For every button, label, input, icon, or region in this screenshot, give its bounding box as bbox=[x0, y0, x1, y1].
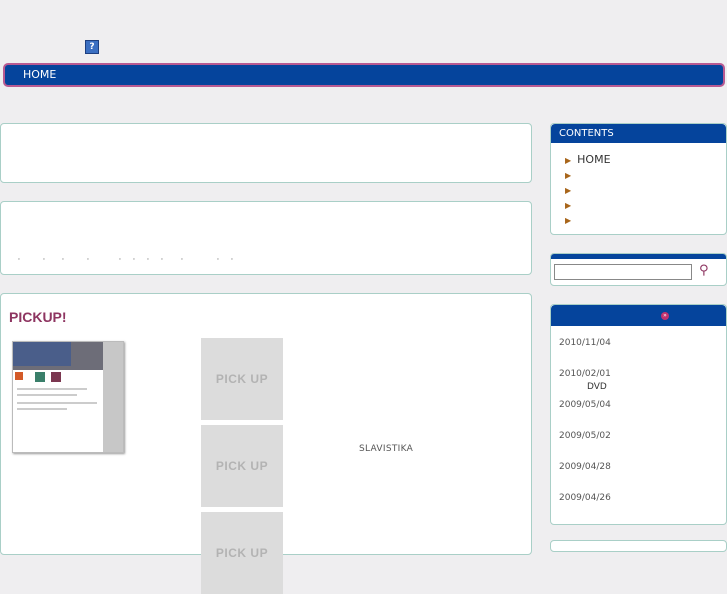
thumbnail-block bbox=[15, 372, 23, 380]
text-fragment: ' bbox=[43, 257, 45, 265]
arrow-right-icon: ▶ bbox=[565, 186, 572, 195]
news-date: 2009/04/26 bbox=[559, 493, 611, 503]
thumbnail-line bbox=[17, 388, 87, 390]
pickup-item-name[interactable]: SLAVISTIKA bbox=[359, 444, 413, 454]
text-fragment: ' bbox=[133, 257, 135, 265]
contents-item[interactable]: ▶ bbox=[565, 183, 577, 196]
text-fragment: ' bbox=[87, 257, 89, 265]
pickup-title: PICKUP! bbox=[9, 309, 67, 325]
thumbnail-banner bbox=[13, 342, 71, 366]
search-icon[interactable]: ⚲ bbox=[699, 263, 709, 278]
chevron-right-icon[interactable]: » bbox=[661, 312, 669, 320]
contents-item[interactable]: ▶ bbox=[565, 198, 577, 211]
search-input[interactable] bbox=[554, 264, 692, 280]
arrow-right-icon: ▶ bbox=[565, 156, 572, 165]
contents-item[interactable]: ▶ HOME bbox=[565, 153, 611, 166]
top-panel bbox=[0, 123, 532, 183]
search-panel-header bbox=[551, 254, 726, 259]
contents-title: CONTENTS bbox=[559, 128, 614, 139]
pickup-thumbnail-image[interactable] bbox=[12, 341, 124, 453]
text-fragment: ' bbox=[18, 257, 20, 265]
contents-item[interactable]: ▶ bbox=[565, 213, 577, 226]
arrow-right-icon: ▶ bbox=[565, 201, 572, 210]
text-fragment: ' bbox=[217, 257, 219, 265]
text-fragment: ' bbox=[62, 257, 64, 265]
pick-up-placeholder[interactable]: PICK UP bbox=[201, 338, 283, 420]
news-date: 2010/11/04 bbox=[559, 338, 611, 348]
contents-header: CONTENTS bbox=[551, 124, 726, 143]
contents-item-label: HOME bbox=[577, 153, 611, 166]
contents-panel: CONTENTS ▶ HOME ▶ ▶ ▶ ▶ bbox=[550, 123, 727, 235]
search-panel: ⚲ bbox=[550, 253, 727, 286]
pick-up-placeholder[interactable]: PICK UP bbox=[201, 425, 283, 507]
thumbnail-block bbox=[35, 372, 45, 382]
text-fragment: ' bbox=[119, 257, 121, 265]
thumbnail-sidebar bbox=[103, 342, 123, 452]
text-fragment: ' bbox=[231, 257, 233, 265]
news-date: 2009/05/02 bbox=[559, 431, 611, 441]
news-date: 2009/04/28 bbox=[559, 462, 611, 472]
news-date: 2009/05/04 bbox=[559, 400, 611, 410]
thumbnail-line bbox=[17, 408, 67, 410]
text-fragment: ' bbox=[147, 257, 149, 265]
main-nav-bar: HOME bbox=[3, 63, 725, 87]
news-panel: » 2010/11/04 2010/02/01 DVD 2009/05/04 2… bbox=[550, 304, 727, 525]
next-panel-edge bbox=[550, 540, 727, 552]
arrow-right-icon: ▶ bbox=[565, 171, 572, 180]
pickup-panel: PICKUP! PICK UP PICK UP PICK UP SLAVISTI… bbox=[0, 293, 532, 594]
thumbnail-block bbox=[51, 372, 61, 382]
thumbnail-line bbox=[17, 402, 97, 404]
news-text[interactable]: DVD bbox=[587, 382, 607, 392]
thumbnail-line bbox=[17, 394, 77, 396]
news-date: 2010/02/01 bbox=[559, 369, 611, 379]
info-panel: ' ' ' ' ' ' ' ' ' ' ' bbox=[0, 201, 532, 275]
text-fragment: ' bbox=[161, 257, 163, 265]
news-header: » bbox=[551, 305, 726, 326]
pick-up-placeholder[interactable]: PICK UP bbox=[201, 512, 283, 594]
text-fragment: ' bbox=[181, 257, 183, 265]
help-icon[interactable]: ? bbox=[85, 40, 99, 54]
contents-item[interactable]: ▶ bbox=[565, 168, 577, 181]
arrow-right-icon: ▶ bbox=[565, 216, 572, 225]
nav-home-link[interactable]: HOME bbox=[23, 68, 56, 81]
